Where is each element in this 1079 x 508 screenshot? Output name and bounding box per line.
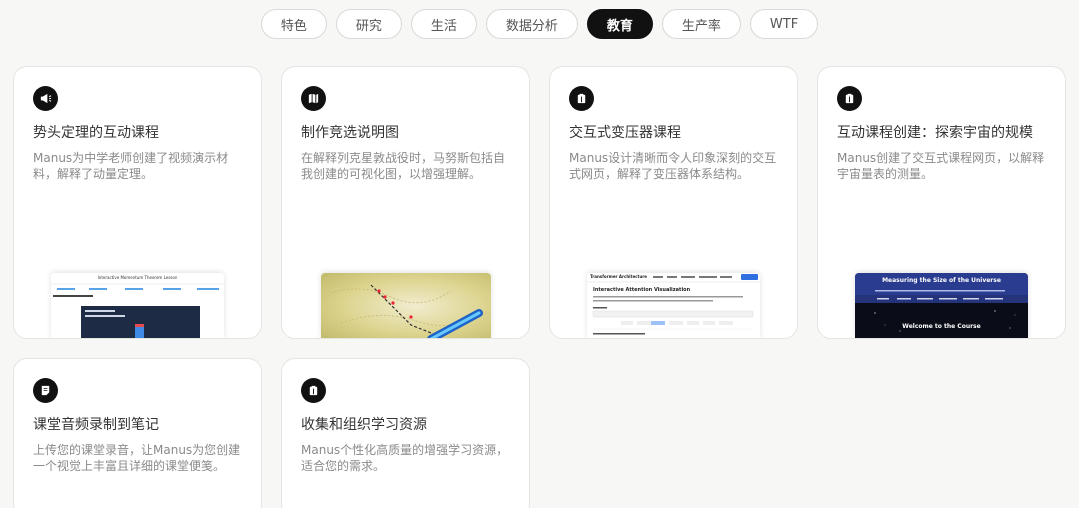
preview-thumbnail-campaign-map — [321, 273, 491, 338]
preview-heading: Interactive Attention Visualization — [593, 287, 691, 293]
preview-thumbnail-momentum: Interactive Momentum Theorem Lesson — [51, 273, 224, 338]
preview-heading: Measuring the Size of the Universe — [882, 277, 1001, 284]
use-case-card-transformer[interactable]: 交互式变压器课程 Manus设计清晰而令人印象深刻的交互式网页，解释了变压器体系… — [549, 66, 798, 339]
card-description: Manus创建了交互式课程网页，以解释宇宙量表的测量。 — [837, 151, 1045, 181]
card-description: 在解释列克星敦战役时，马努斯包括自我创建的可视化图，以增强理解。 — [301, 151, 506, 181]
tab-wtf[interactable]: WTF — [749, 9, 819, 39]
preview-brand: Transformer Architecture — [590, 274, 647, 279]
card-title: 势头定理的互动课程 — [33, 125, 159, 141]
use-case-card-campaign-map[interactable]: 制作竞选说明图 在解释列克星敦战役时，马努斯包括自我创建的可视化图，以增强理解。 — [281, 66, 530, 339]
page: 特色 研究 生活 数据分析 教育 生产率 WTF 势头定理的互动课程 Manus… — [0, 0, 1079, 508]
card-title: 制作竞选说明图 — [301, 125, 399, 141]
book-icon — [301, 378, 326, 403]
tab-data-analysis[interactable]: 数据分析 — [485, 9, 578, 39]
card-description: Manus个性化高质量的增强学习资源，适合您的需求。 — [301, 443, 509, 473]
note-icon — [33, 378, 58, 403]
card-title: 收集和组织学习资源 — [301, 417, 427, 433]
card-title: 课堂音频录制到笔记 — [33, 417, 159, 433]
preview-welcome: Welcome to the Course — [902, 323, 981, 330]
card-description: Manus为中学老师创建了视频演示材料，解释了动量定理。 — [33, 151, 229, 181]
book-icon — [837, 86, 862, 111]
card-description: 上传您的课堂录音，让Manus为您创建一个视觉上丰富且详细的课堂便笺。 — [33, 443, 241, 473]
tab-education[interactable]: 教育 — [586, 9, 653, 39]
use-case-card-class-notes[interactable]: 课堂音频录制到笔记 上传您的课堂录音，让Manus为您创建一个视觉上丰富且详细的… — [13, 358, 262, 508]
use-case-card-momentum[interactable]: 势头定理的互动课程 Manus为中学老师创建了视频演示材料，解释了动量定理。 I… — [13, 66, 262, 339]
card-title: 互动课程创建：探索宇宙的规模 — [837, 125, 1033, 141]
map-icon — [301, 86, 326, 111]
tab-research[interactable]: 研究 — [335, 9, 402, 39]
preview-thumbnail-universe: Measuring the Size of the Universe Welco… — [855, 273, 1028, 338]
use-case-card-learning-resources[interactable]: 收集和组织学习资源 Manus个性化高质量的增强学习资源，适合您的需求。 — [281, 358, 530, 508]
preview-thumbnail-transformer: Transformer Architecture Interactive Att… — [587, 273, 760, 338]
card-description: Manus设计清晰而令人印象深刻的交互式网页，解释了变压器体系结构。 — [569, 151, 777, 181]
card-title: 交互式变压器课程 — [569, 125, 681, 141]
category-tabs: 特色 研究 生活 数据分析 教育 生产率 WTF — [0, 9, 1079, 39]
megaphone-icon — [33, 86, 58, 111]
preview-heading: Interactive Momentum Theorem Lesson — [97, 275, 178, 280]
tab-featured[interactable]: 特色 — [260, 9, 327, 39]
book-icon — [569, 86, 594, 111]
use-case-card-universe[interactable]: 互动课程创建：探索宇宙的规模 Manus创建了交互式课程网页，以解释宇宙量表的测… — [817, 66, 1066, 339]
tab-life[interactable]: 生活 — [410, 9, 477, 39]
tab-productivity[interactable]: 生产率 — [661, 9, 741, 39]
